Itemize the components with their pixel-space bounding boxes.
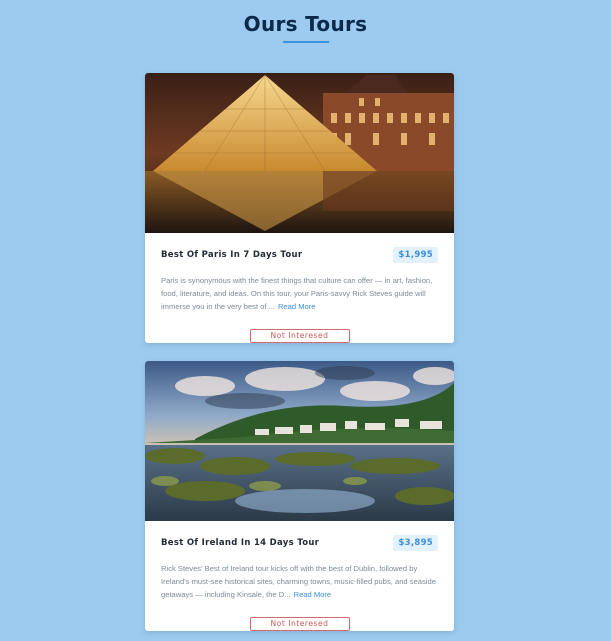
- tour-description: Paris is synonymous with the finest thin…: [161, 274, 438, 314]
- tour-description: Rick Steves' Best of Ireland tour kicks …: [161, 562, 438, 602]
- page-header: Ours Tours: [0, 12, 611, 43]
- not-interested-button[interactable]: Not Interesed: [249, 328, 350, 343]
- title-underline: [282, 41, 329, 43]
- not-interested-button[interactable]: Not Interesed: [249, 616, 350, 631]
- button-wrapper: Not Interesed: [161, 611, 438, 631]
- tour-card: Best Of Paris In 7 Days Tour $1,995 Pari…: [145, 73, 454, 343]
- tour-price-badge: $3,895: [393, 535, 438, 551]
- page-title: Ours Tours: [243, 12, 368, 36]
- tour-price-badge: $1,995: [393, 247, 438, 263]
- tour-card-header: Best Of Paris In 7 Days Tour $1,995: [161, 247, 438, 263]
- tour-card-header: Best Of Ireland In 14 Days Tour $3,895: [161, 535, 438, 551]
- tour-card-body: Best Of Paris In 7 Days Tour $1,995 Pari…: [145, 247, 454, 343]
- button-wrapper: Not Interesed: [161, 323, 438, 343]
- tour-name: Best Of Paris In 7 Days Tour: [161, 250, 303, 260]
- tour-card: Best Of Ireland In 14 Days Tour $3,895 R…: [145, 361, 454, 631]
- tour-card-body: Best Of Ireland In 14 Days Tour $3,895 R…: [145, 535, 454, 631]
- read-more-link[interactable]: Read More: [294, 590, 332, 599]
- tour-image-paris: [145, 73, 454, 233]
- read-more-link[interactable]: Read More: [278, 302, 316, 311]
- tour-name: Best Of Ireland In 14 Days Tour: [161, 538, 320, 548]
- tour-image-ireland: [145, 361, 454, 521]
